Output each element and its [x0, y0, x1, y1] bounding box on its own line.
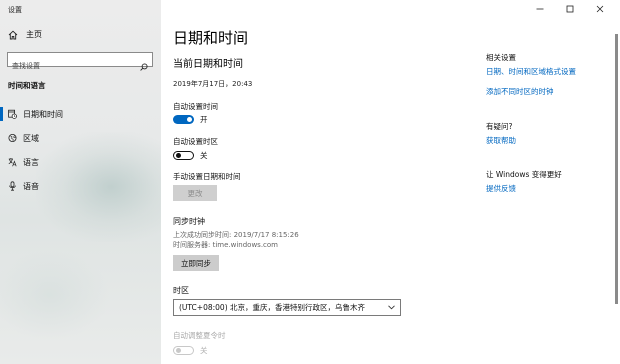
improve-heading: 让 Windows 变得更好: [486, 170, 562, 179]
toggle-switch-disabled[interactable]: [173, 346, 194, 355]
toggle-state: 开: [200, 115, 208, 124]
timezone-selected-value: (UTC+08:00) 北京，重庆，香港特别行政区，乌鲁木齐: [179, 303, 366, 312]
current-datetime-value: 2019年7月17日，20:43: [173, 80, 253, 88]
toggle-state: 关: [200, 346, 208, 355]
search-box[interactable]: [7, 52, 153, 73]
sidebar-item-label: 日期和时间: [23, 110, 63, 119]
last-sync-text: 上次成功同步时间: 2019/7/17 8:15:26: [173, 231, 299, 239]
main-content: 日期和时间 当前日期和时间 2019年7月17日，20:43 自动设置时间 开 …: [161, 0, 620, 364]
search-icon[interactable]: [140, 56, 148, 75]
sidebar-item-language[interactable]: 语言: [0, 151, 161, 173]
toggle-switch-off[interactable]: [173, 151, 194, 160]
get-help-link[interactable]: 获取帮助: [486, 135, 516, 146]
current-datetime-heading: 当前日期和时间: [173, 59, 243, 70]
help-heading: 有疑问?: [486, 122, 513, 131]
chevron-down-icon: [388, 305, 395, 310]
microphone-icon: [9, 181, 16, 191]
auto-time-toggle[interactable]: 开: [173, 114, 208, 125]
auto-timezone-toggle[interactable]: 关: [173, 150, 208, 161]
toggle-state: 关: [200, 151, 208, 160]
calendar-clock-icon: [8, 109, 17, 119]
sidebar-item-label: 区域: [23, 134, 39, 143]
timezone-label: 时区: [173, 286, 189, 295]
search-input[interactable]: [8, 59, 136, 73]
manual-datetime-label: 手动设置日期和时间: [173, 172, 241, 181]
sync-now-button[interactable]: 立即同步: [173, 255, 219, 271]
window-title: 设置: [8, 6, 22, 14]
sync-heading: 同步时钟: [173, 217, 205, 226]
home-icon: [8, 30, 18, 40]
add-clocks-link[interactable]: 添加不同时区的时钟: [486, 86, 554, 97]
feedback-link[interactable]: 提供反馈: [486, 183, 516, 194]
sidebar-item-region[interactable]: 区域: [0, 127, 161, 149]
sidebar: 设置 主页 时间和语言 日期和时间 区域 语言 语音: [0, 0, 161, 364]
timezone-select[interactable]: (UTC+08:00) 北京，重庆，香港特别行政区，乌鲁木齐: [173, 299, 401, 316]
time-server-text: 时间服务器: time.windows.com: [173, 241, 279, 249]
home-label: 主页: [26, 30, 42, 39]
home-button[interactable]: 主页: [8, 29, 42, 40]
globe-region-icon: [8, 134, 17, 142]
dst-label: 自动调整夏令时: [173, 331, 226, 340]
sidebar-item-label: 语言: [23, 158, 39, 167]
dst-toggle[interactable]: 关: [173, 345, 208, 356]
related-settings-heading: 相关设置: [486, 53, 516, 62]
toggle-switch-on[interactable]: [173, 115, 194, 124]
scrollbar[interactable]: [615, 34, 618, 304]
sidebar-item-label: 语音: [23, 182, 39, 191]
region-format-link[interactable]: 日期、时间和区域格式设置: [486, 66, 576, 77]
sidebar-item-date-time[interactable]: 日期和时间: [0, 103, 161, 125]
change-datetime-button[interactable]: 更改: [173, 185, 217, 201]
language-icon: [8, 158, 17, 167]
auto-time-label: 自动设置时间: [173, 102, 218, 111]
section-label: 时间和语言: [8, 81, 46, 90]
page-title: 日期和时间: [173, 29, 249, 47]
sidebar-item-speech[interactable]: 语音: [0, 175, 161, 197]
auto-timezone-label: 自动设置时区: [173, 137, 218, 146]
